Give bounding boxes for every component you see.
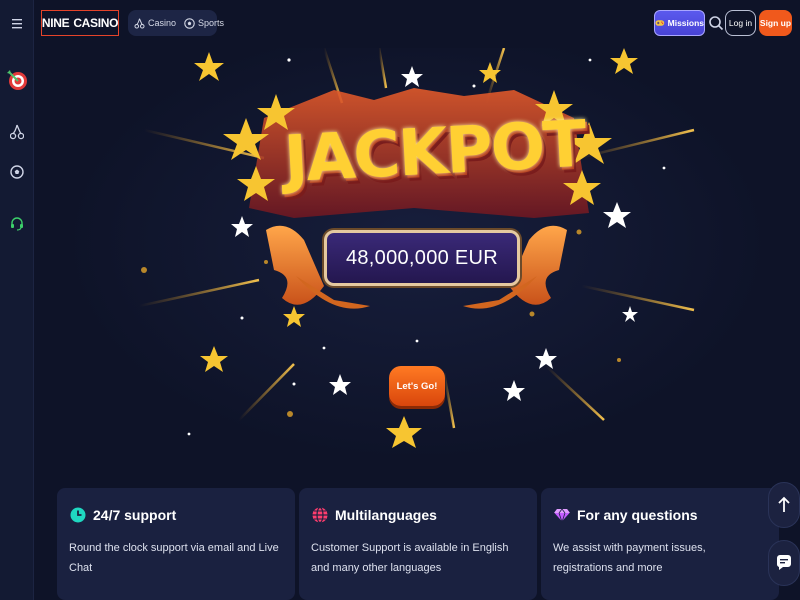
menu-icon[interactable] (0, 10, 34, 38)
top-bar: NINE CASINO Casino Sports Missions Log i… (34, 0, 800, 48)
signup-button[interactable]: Sign up (759, 10, 792, 36)
nine-casino-logo[interactable]: NINE CASINO (41, 10, 119, 36)
live-chat-button[interactable] (768, 540, 800, 586)
feature-text: We assist with payment issues, registrat… (553, 542, 706, 574)
nav-casino[interactable]: Casino (134, 18, 176, 29)
soccer-ball-icon (184, 17, 195, 29)
feature-card-questions: For any questions We assist with payment… (541, 488, 779, 600)
feature-text: Round the clock support via email and Li… (69, 542, 279, 574)
nav-sports[interactable]: Sports (184, 17, 225, 29)
login-button[interactable]: Log in (725, 10, 756, 36)
missions-label: Missions (667, 18, 704, 28)
nav-casino-label: Casino (148, 18, 177, 28)
nav-sports-label: Sports (198, 18, 225, 28)
feature-title: For any questions (577, 507, 698, 523)
lets-go-button[interactable]: Let's Go! (389, 366, 445, 406)
jackpot-title: JACKPOT (282, 107, 587, 198)
jackpot-amount: 48,000,000 EUR (324, 230, 520, 286)
scroll-top-button[interactable] (768, 482, 800, 528)
diamond-icon (553, 508, 571, 524)
feature-title: 24/7 support (93, 507, 177, 523)
dart-target-icon[interactable] (0, 66, 34, 94)
feature-card-heading: For any questions (553, 506, 767, 524)
feature-card-support: 24/7 support Round the clock support via… (57, 488, 295, 600)
arrow-up-icon (778, 496, 790, 512)
feature-card-heading: Multilanguages (311, 506, 525, 524)
logo-left-text: NINE (41, 16, 70, 30)
globe-icon (312, 506, 328, 524)
headset-icon[interactable] (0, 210, 34, 238)
feature-card-languages: Multilanguages Customer Support is avail… (299, 488, 537, 600)
cherries-icon (134, 18, 145, 29)
feature-title: Multilanguages (335, 507, 437, 523)
clock-icon (70, 507, 86, 523)
sidebar (0, 0, 34, 600)
feature-cards: 24/7 support Round the clock support via… (57, 488, 785, 600)
logo-right-text: CASINO (73, 16, 119, 30)
feature-card-heading: 24/7 support (69, 506, 283, 524)
gamepad-icon (655, 20, 665, 26)
missions-button[interactable]: Missions (654, 10, 705, 36)
jackpot-banner: JACKPOT 48,000,000 EUR Let's Go! (34, 48, 800, 480)
search-icon[interactable] (708, 15, 724, 31)
feature-text: Customer Support is available in English… (311, 542, 509, 574)
chat-bubble-icon (776, 555, 791, 570)
cherries-icon[interactable] (0, 118, 34, 146)
main-nav: Casino Sports (128, 10, 224, 36)
soccer-ball-icon[interactable] (0, 158, 34, 186)
